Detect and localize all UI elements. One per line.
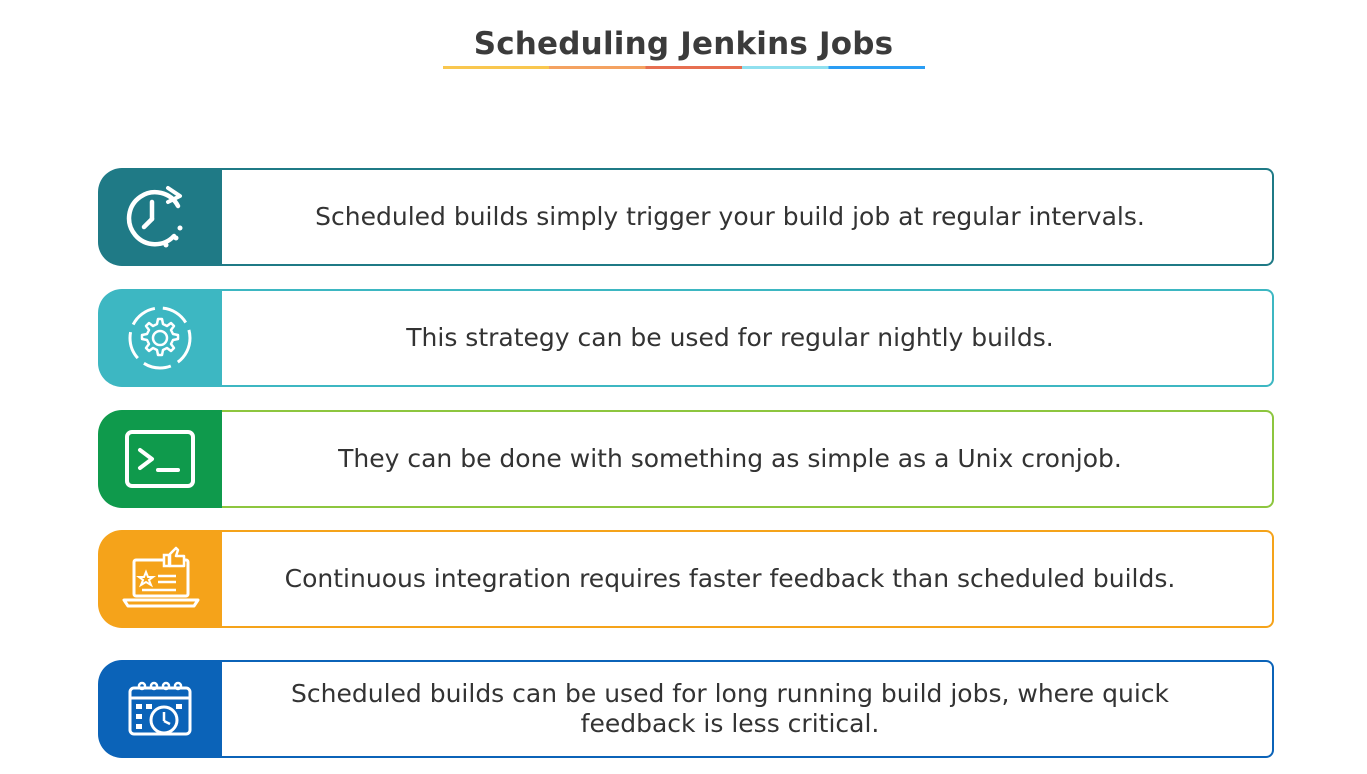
item-text-2: This strategy can be used for regular ni… xyxy=(406,323,1054,352)
accent-bar-5 xyxy=(208,660,222,758)
calendar-clock-icon xyxy=(128,681,192,736)
title-container: Scheduling Jenkins Jobs xyxy=(0,26,1367,69)
info-card-5: Scheduled builds can be used for long ru… xyxy=(98,660,1274,758)
text-box-5: Scheduled builds can be used for long ru… xyxy=(208,660,1274,758)
text-box-4: Continuous integration requires faster f… xyxy=(208,530,1274,628)
icon-block-3 xyxy=(98,410,222,508)
terminal-icon xyxy=(125,430,195,488)
gear-cycle-icon xyxy=(128,306,192,370)
item-text-5: Scheduled builds can be used for long ru… xyxy=(291,679,1169,738)
info-card-1: Scheduled builds simply trigger your bui… xyxy=(98,168,1274,266)
info-card-3: They can be done with something as simpl… xyxy=(98,410,1274,508)
title-underline xyxy=(442,66,925,69)
page-title: Scheduling Jenkins Jobs xyxy=(473,26,894,62)
accent-bar-3 xyxy=(208,410,222,508)
info-card-2: This strategy can be used for regular ni… xyxy=(98,289,1274,387)
item-text-1: Scheduled builds simply trigger your bui… xyxy=(315,202,1145,231)
text-box-1: Scheduled builds simply trigger your bui… xyxy=(208,168,1274,266)
item-text-3: They can be done with something as simpl… xyxy=(338,444,1122,473)
accent-bar-4 xyxy=(208,530,222,628)
icon-block-4 xyxy=(98,530,222,628)
icon-block-2 xyxy=(98,289,222,387)
info-card-4: Continuous integration requires faster f… xyxy=(98,530,1274,628)
accent-bar-1 xyxy=(208,168,222,266)
clock-rotate-icon xyxy=(126,186,183,248)
text-box-2: This strategy can be used for regular ni… xyxy=(208,289,1274,387)
text-box-3: They can be done with something as simpl… xyxy=(208,410,1274,508)
laptop-feedback-icon xyxy=(122,546,200,608)
item-text-4: Continuous integration requires faster f… xyxy=(284,564,1176,593)
accent-bar-2 xyxy=(208,289,222,387)
icon-block-1 xyxy=(98,168,222,266)
icon-block-5 xyxy=(98,660,222,758)
